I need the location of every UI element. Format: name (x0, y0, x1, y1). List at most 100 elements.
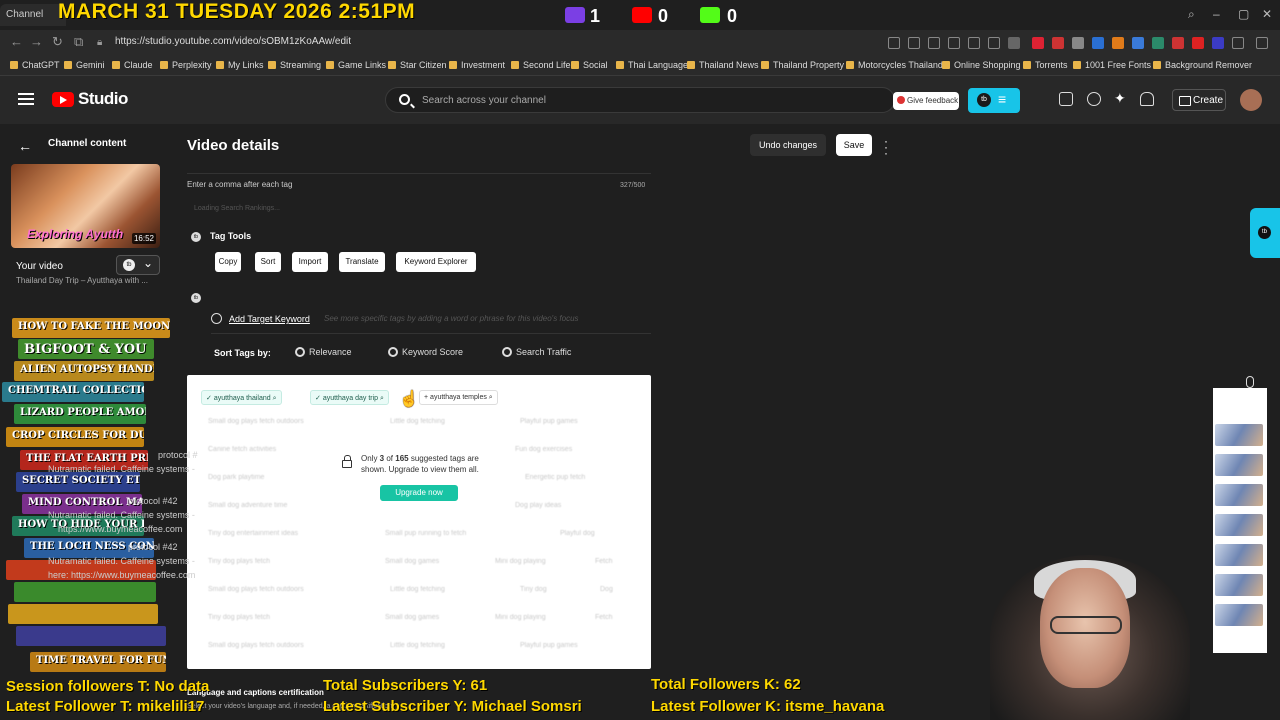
extension-icon[interactable] (1212, 37, 1224, 49)
forward-icon[interactable]: → (30, 34, 43, 49)
bookmark-item[interactable]: Second Life (511, 60, 571, 70)
tubebuddy-side-tab[interactable] (1250, 208, 1280, 258)
download-icon[interactable] (988, 37, 1000, 49)
search-input[interactable]: Search across your channel (385, 87, 895, 113)
blurred-tag: Fetch (595, 614, 613, 621)
kick-icon (700, 7, 720, 23)
profile-icon[interactable] (1008, 37, 1020, 49)
youtube-logo-icon[interactable] (52, 92, 74, 107)
blurred-tag: Little dog fetching (390, 642, 445, 649)
create-button[interactable]: Create (1172, 89, 1226, 111)
extension-icon[interactable] (1112, 37, 1124, 49)
extension-icon[interactable] (888, 37, 900, 49)
captions-icon[interactable] (1059, 92, 1073, 106)
bookmark-item[interactable]: Star Citizen (388, 60, 447, 70)
mini-thumbnail[interactable] (1215, 514, 1263, 536)
extension-icon[interactable] (1152, 37, 1164, 49)
kick-count: 0 (727, 6, 738, 26)
bookmark-item[interactable]: Game Links (326, 60, 386, 70)
sort-keyword-score-radio[interactable] (388, 347, 398, 357)
tubebuddy-menu-button[interactable] (968, 88, 1020, 113)
microphone-icon[interactable] (1246, 376, 1254, 388)
avatar[interactable] (1240, 89, 1262, 111)
bookmark-item[interactable]: Motorcycles Thailand (846, 60, 943, 70)
studio-logo-text[interactable]: Studio (78, 89, 128, 109)
notifications-bell-icon[interactable] (1140, 92, 1154, 106)
bookmark-item[interactable]: Thailand News (687, 60, 759, 70)
bookmark-item[interactable]: Perplexity (160, 60, 212, 70)
heart-icon[interactable] (948, 37, 960, 49)
blurred-tag: Mini dog playing (495, 558, 546, 565)
bookmark-item[interactable]: Investment (449, 60, 505, 70)
tabs-icon[interactable]: ⧉ (74, 34, 83, 50)
bookmark-item[interactable]: Online Shopping (942, 60, 1021, 70)
mini-thumbnail[interactable] (1215, 424, 1263, 446)
mini-thumbnail[interactable] (1215, 484, 1263, 506)
chat-line: Nutramatic failed. Caffeine systems - (48, 464, 195, 474)
extension-icon[interactable] (1172, 37, 1184, 49)
extension-icon[interactable] (1072, 37, 1084, 49)
undo-changes-button[interactable]: Undo changes (750, 134, 826, 156)
tag-chip[interactable]: ✓ ayutthaya thailand ⌕ (201, 390, 282, 405)
bookmark-item[interactable]: Thai Language (616, 60, 688, 70)
search-tabs-icon[interactable]: ⌕ (1188, 7, 1195, 22)
bookmark-item[interactable]: My Links (216, 60, 264, 70)
hamburger-menu-icon[interactable] (18, 93, 34, 105)
reload-icon[interactable]: ↻ (52, 34, 63, 50)
import-button[interactable]: Import (292, 252, 328, 272)
sort-relevance-label[interactable]: Relevance (309, 347, 352, 357)
overlay-book: CROP CIRCLES FOR DUMMIES (6, 427, 144, 447)
mini-thumbnail[interactable] (1215, 544, 1263, 566)
help-icon[interactable] (1087, 92, 1101, 106)
sort-relevance-radio[interactable] (295, 347, 305, 357)
translate-button[interactable]: Translate (339, 252, 385, 272)
back-arrow-icon[interactable]: ← (18, 138, 32, 154)
channel-content-link[interactable]: Channel content (48, 138, 126, 149)
extension-icon[interactable] (1132, 37, 1144, 49)
extension-icon[interactable] (1192, 37, 1204, 49)
bookmark-item[interactable]: Social (571, 60, 608, 70)
give-feedback-button[interactable]: Give feedback (893, 92, 959, 110)
close-icon[interactable]: ✕ (1262, 7, 1272, 21)
extension-icon[interactable] (968, 37, 980, 49)
maximize-icon[interactable]: ▢ (1238, 7, 1249, 21)
minimize-icon[interactable]: – (1213, 7, 1220, 21)
bookmark-item[interactable]: Thailand Property (761, 60, 844, 70)
bookmark-item[interactable]: Background Remover (1153, 60, 1252, 70)
extension-icon[interactable] (1052, 37, 1064, 49)
tubebuddy-dropdown[interactable] (116, 255, 160, 275)
extension-icon[interactable] (928, 37, 940, 49)
more-options-icon[interactable]: · · · (884, 135, 888, 159)
sparkle-icon[interactable]: ✦ (1114, 90, 1128, 106)
save-button[interactable]: Save (836, 134, 872, 156)
bookmark-item[interactable]: 1001 Free Fonts (1073, 60, 1151, 70)
extension-icon[interactable] (1092, 37, 1104, 49)
mini-thumbnail[interactable] (1215, 574, 1263, 596)
bookmark-item[interactable]: Claude (112, 60, 153, 70)
extensions-puzzle-icon[interactable] (1232, 37, 1244, 49)
sort-keyword-score-label[interactable]: Keyword Score (402, 347, 463, 357)
bookmark-item[interactable]: Streaming (268, 60, 321, 70)
back-icon[interactable]: ← (10, 34, 23, 49)
tag-chip[interactable]: ✓ ayutthaya day trip ⌕ (310, 390, 389, 405)
menu-icon[interactable] (1256, 37, 1268, 49)
sort-button[interactable]: Sort (255, 252, 281, 272)
extension-icon[interactable] (908, 37, 920, 49)
video-thumbnail[interactable]: Exploring Ayutth 16:52 (11, 164, 160, 248)
browser-tab[interactable]: Channel (0, 4, 66, 26)
mini-thumbnail[interactable] (1215, 604, 1263, 626)
sort-search-traffic-radio[interactable] (502, 347, 512, 357)
bookmark-item[interactable]: Torrents (1023, 60, 1068, 70)
copy-button[interactable]: Copy (215, 252, 241, 272)
upgrade-now-button[interactable]: Upgrade now (380, 485, 458, 501)
sort-search-traffic-label[interactable]: Search Traffic (516, 347, 571, 357)
bookmark-item[interactable]: ChatGPT (10, 60, 60, 70)
mini-thumbnail[interactable] (1215, 454, 1263, 476)
add-target-keyword-link[interactable]: Add Target Keyword (229, 314, 310, 324)
extension-icon[interactable] (1032, 37, 1044, 49)
overlay-book (14, 582, 156, 602)
keyword-explorer-button[interactable]: Keyword Explorer (396, 252, 476, 272)
tag-chip[interactable]: + ayutthaya temples ⌕ (419, 390, 498, 405)
bookmark-item[interactable]: Gemini (64, 60, 105, 70)
url-input[interactable]: https://studio.youtube.com/video/sOBM1zK… (115, 36, 351, 47)
